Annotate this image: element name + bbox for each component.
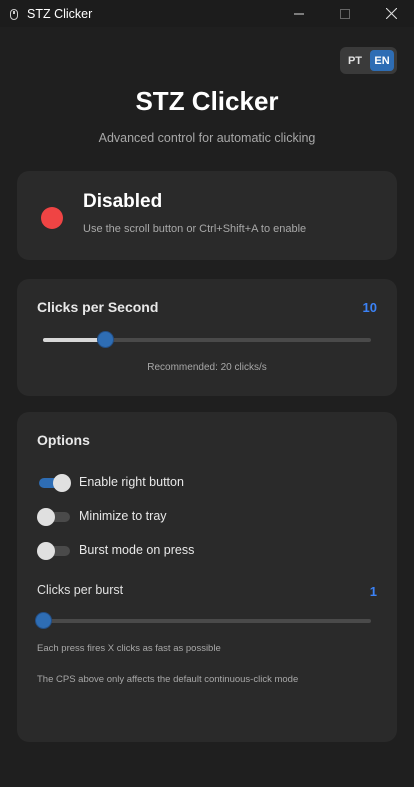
cps-recommendation: Recommended: 20 clicks/s: [147, 362, 267, 373]
burst-mode-toggle[interactable]: [37, 541, 71, 560]
window-controls: [276, 0, 414, 27]
lang-pt-button[interactable]: PT: [343, 50, 367, 71]
cps-mode-note: The CPS above only affects the default c…: [37, 674, 299, 685]
lang-en-button[interactable]: EN: [370, 50, 394, 71]
toggle-burst-mode-row[interactable]: Burst mode on press: [37, 540, 194, 560]
burst-slider[interactable]: [35, 612, 371, 629]
window-title: STZ Clicker: [27, 6, 93, 21]
minimize-tray-label: Minimize to tray: [79, 509, 167, 523]
burst-note: Each press fires X clicks as fast as pos…: [37, 643, 221, 654]
minimize-button[interactable]: [276, 0, 322, 27]
app-subtitle: Advanced control for automatic clicking: [98, 131, 316, 145]
status-card: Disabled Use the scroll button or Ctrl+S…: [17, 171, 397, 260]
cps-slider-fill: [43, 338, 106, 342]
language-toggle: PT EN: [340, 47, 397, 74]
mouse-icon: [9, 8, 19, 20]
options-card: Options Enable right button Minimize to …: [17, 412, 397, 742]
toggle-minimize-tray-row[interactable]: Minimize to tray: [37, 506, 167, 526]
toggle-right-button-row[interactable]: Enable right button: [37, 472, 184, 492]
burst-mode-label: Burst mode on press: [79, 543, 195, 557]
status-title: Disabled: [83, 191, 163, 212]
options-title: Options: [37, 432, 90, 448]
maximize-button[interactable]: [322, 0, 368, 27]
minimize-icon: [294, 13, 304, 14]
cps-slider[interactable]: [43, 331, 371, 348]
right-button-label: Enable right button: [79, 475, 184, 489]
burst-label: Clicks per burst: [37, 583, 124, 597]
status-hint: Use the scroll button or Ctrl+Shift+A to…: [83, 223, 307, 235]
burst-slider-thumb[interactable]: [35, 612, 52, 629]
cps-value: 10: [362, 300, 377, 315]
minimize-tray-toggle[interactable]: [37, 507, 71, 526]
maximize-icon: [340, 8, 350, 19]
close-button[interactable]: [368, 0, 414, 27]
close-icon: [385, 8, 397, 19]
app-title: STZ Clicker: [135, 86, 279, 116]
cps-label: Clicks per Second: [37, 299, 159, 315]
cps-card: Clicks per Second 10 Recommended: 20 cli…: [17, 279, 397, 396]
burst-value: 1: [369, 584, 377, 599]
cps-slider-thumb[interactable]: [97, 331, 115, 348]
right-button-toggle[interactable]: [37, 473, 71, 492]
title-bar: STZ Clicker: [0, 0, 414, 27]
status-indicator-icon: [41, 207, 63, 229]
